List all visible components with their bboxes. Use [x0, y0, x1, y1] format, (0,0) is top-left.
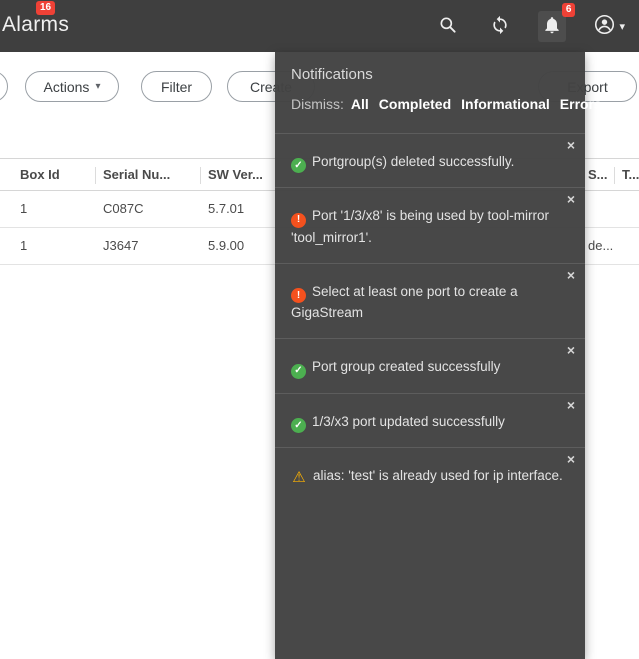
- refresh-icon: [490, 15, 510, 38]
- notification-item: × !Port '1/3/x8' is being used by tool-m…: [275, 187, 585, 262]
- notification-item: × ⚠ alias: 'test' is already used for ip …: [275, 447, 585, 501]
- actions-label: Actions: [44, 79, 90, 95]
- actions-button[interactable]: Actions ▾: [25, 71, 119, 102]
- filter-button[interactable]: Filter: [141, 71, 212, 102]
- notification-count-badge: 6: [562, 3, 576, 17]
- notifications-button[interactable]: 6: [538, 11, 566, 42]
- error-icon: !: [291, 288, 306, 303]
- close-icon[interactable]: ×: [567, 192, 575, 206]
- column-header-serial[interactable]: Serial Nu...: [103, 159, 170, 191]
- notification-body: ✓ 1/3/x3 port updated successfully: [291, 412, 571, 434]
- cell-serial: J3647: [103, 228, 138, 264]
- chevron-down-icon: ▾: [619, 20, 625, 33]
- notification-body: ⚠ alias: 'test' is already used for ip in…: [291, 466, 571, 487]
- column-header-s[interactable]: S...: [588, 159, 608, 191]
- notification-body: !Select at least one port to create a Gi…: [291, 282, 571, 324]
- search-icon: [438, 15, 458, 38]
- column-divider: [200, 167, 201, 184]
- notification-body: !Port '1/3/x8' is being used by tool-mir…: [291, 206, 571, 248]
- close-icon[interactable]: ×: [567, 268, 575, 282]
- screen: Alarms 16: [0, 0, 639, 659]
- success-icon: ✓: [291, 364, 306, 379]
- cell-box-id: 1: [20, 191, 27, 227]
- bell-icon: [542, 15, 562, 38]
- cropped-left-button[interactable]: [0, 71, 8, 102]
- column-divider: [614, 167, 615, 184]
- user-icon: [594, 14, 615, 38]
- cell-serial: C087C: [103, 191, 143, 227]
- app-header: Alarms 16: [0, 0, 639, 52]
- warning-icon: ⚠: [291, 470, 307, 485]
- dismiss-completed-link[interactable]: Completed: [379, 96, 451, 112]
- notification-text: 1/3/x3 port updated successfully: [312, 414, 505, 429]
- search-button[interactable]: [434, 11, 462, 42]
- dismiss-informational-link[interactable]: Informational: [461, 96, 550, 112]
- close-icon[interactable]: ×: [567, 343, 575, 357]
- cell-box-id: 1: [20, 228, 27, 264]
- close-icon[interactable]: ×: [567, 138, 575, 152]
- notification-item: × ✓ Port group created successfully: [275, 338, 585, 393]
- notification-text: Select at least one port to create a Gig…: [291, 284, 518, 321]
- column-header-sw-version[interactable]: SW Ver...: [208, 159, 263, 191]
- alarm-count-badge: 16: [36, 1, 55, 15]
- cell-truncated: de...: [588, 228, 613, 264]
- notification-text: alias: 'test' is already used for ip int…: [313, 468, 563, 483]
- notifications-list: × ✓ Portgroup(s) deleted successfully. × …: [275, 133, 585, 501]
- page-title-wrap: Alarms 16: [2, 13, 69, 37]
- chevron-down-icon: ▾: [95, 81, 100, 92]
- dismiss-label: Dismiss:: [291, 96, 344, 112]
- column-header-t[interactable]: T...: [622, 159, 639, 191]
- notification-text: Portgroup(s) deleted successfully.: [312, 154, 514, 169]
- column-divider: [95, 167, 96, 184]
- cell-sw-version: 5.9.00: [208, 228, 244, 264]
- notification-item: × ✓ 1/3/x3 port updated successfully: [275, 393, 585, 448]
- notification-item: × !Select at least one port to create a …: [275, 263, 585, 338]
- dismiss-all-link[interactable]: All: [351, 96, 369, 112]
- user-menu-button[interactable]: ▾: [590, 10, 629, 42]
- close-icon[interactable]: ×: [567, 398, 575, 412]
- page-title: Alarms: [2, 13, 69, 36]
- notifications-panel: Notifications Dismiss: All Completed Inform…: [275, 52, 585, 659]
- notification-body: ✓ Portgroup(s) deleted successfully.: [291, 152, 571, 174]
- close-icon[interactable]: ×: [567, 452, 575, 466]
- notification-text: Port group created successfully: [312, 359, 500, 374]
- cell-sw-version: 5.7.01: [208, 191, 244, 227]
- dismiss-bar: Dismiss:AllCompletedInformationalErrors: [291, 93, 569, 117]
- notification-item: × ✓ Portgroup(s) deleted successfully.: [275, 133, 585, 188]
- notification-body: ✓ Port group created successfully: [291, 357, 571, 379]
- notifications-title: Notifications: [291, 66, 569, 83]
- refresh-button[interactable]: [486, 11, 514, 42]
- header-icons: 6 ▾: [434, 0, 629, 52]
- success-icon: ✓: [291, 158, 306, 173]
- error-icon: !: [291, 213, 306, 228]
- column-header-box-id[interactable]: Box Id: [20, 159, 60, 191]
- notification-text: Port '1/3/x8' is being used by tool-mirr…: [291, 208, 549, 245]
- dismiss-errors-link[interactable]: Errors: [560, 96, 602, 112]
- success-icon: ✓: [291, 418, 306, 433]
